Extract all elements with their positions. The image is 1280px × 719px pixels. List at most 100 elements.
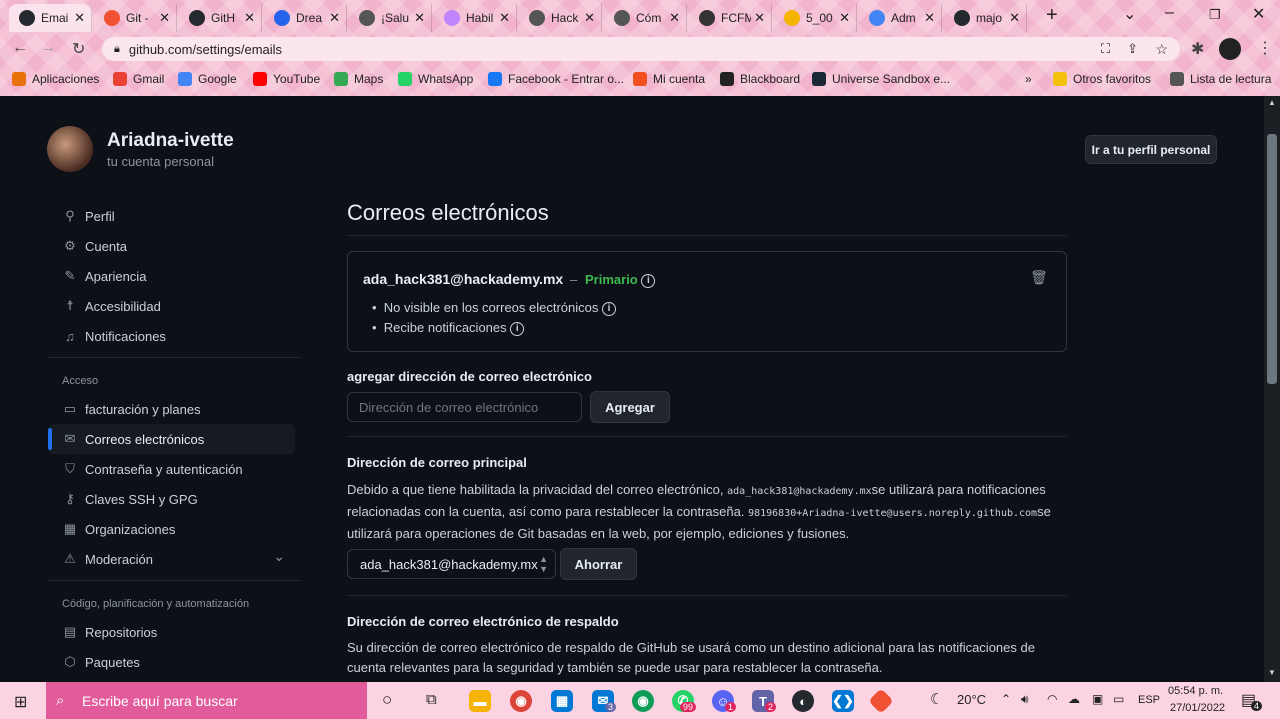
profile-avatar[interactable] [1219, 38, 1241, 60]
sidebar-item-gear[interactable]: ⚙ Cuenta [48, 231, 295, 261]
save-button[interactable]: Ahorrar [560, 548, 637, 580]
chrome-icon[interactable]: ◉ [510, 690, 532, 712]
scroll-down-icon[interactable]: ▼ [1268, 668, 1276, 677]
address-bar[interactable]: 🔒︎ github.com/settings/emails ⛶ ⇪ ☆ [102, 37, 1180, 61]
bookmark-1[interactable]: Gmail [113, 66, 164, 92]
tray-chevron-icon[interactable]: ⌃ [1001, 692, 1011, 706]
bookmark-8[interactable]: Blackboard [720, 66, 800, 92]
onedrive-icon[interactable]: ☁ [1068, 692, 1080, 706]
sidebar-item-report[interactable]: ⚠ Moderación ⌄ [48, 544, 295, 574]
tab-7[interactable]: Cóm ✕ [604, 4, 687, 32]
sidebar-item-repo[interactable]: ▤ Repositorios [48, 617, 295, 647]
sidebar-item-package[interactable]: ⬡ Paquetes [48, 647, 295, 677]
info-icon[interactable]: i [510, 321, 525, 336]
trash-icon[interactable]: 🗑︎ [1030, 269, 1048, 286]
tab-2[interactable]: GitH ✕ [179, 4, 262, 32]
bookmark-10[interactable]: Otros favoritos [1053, 66, 1151, 92]
go-to-profile-button[interactable]: Ir a tu perfil personal [1085, 135, 1217, 164]
bookmark-6[interactable]: Facebook - Entrar o... [488, 66, 624, 92]
sidebar-item-credit-card[interactable]: ▭ facturación y planes [48, 394, 295, 424]
close-icon[interactable]: ✕ [584, 10, 595, 26]
tab-3[interactable]: Drea ✕ [264, 4, 347, 32]
battery-icon[interactable]: ▭ [1113, 692, 1124, 706]
close-icon[interactable]: ✕ [1009, 10, 1020, 26]
bookmark-3[interactable]: YouTube [253, 66, 320, 92]
close-window-button[interactable]: ✕ [1252, 4, 1265, 24]
language-indicator[interactable]: ESP [1138, 694, 1160, 706]
store-icon[interactable]: ▦ [551, 690, 573, 712]
sidebar-item-mail[interactable]: ✉ Correos electrónicos [48, 424, 295, 454]
forward-button[interactable]: → [40, 39, 56, 57]
sidebar-item-key[interactable]: ⚷ Claves SSH y GPG [48, 484, 295, 514]
scrollbar-thumb[interactable] [1267, 134, 1277, 384]
email-input[interactable]: Dirección de correo electrónico [347, 392, 582, 422]
close-icon[interactable]: ✕ [924, 10, 935, 26]
username[interactable]: Ariadna-ivette [107, 130, 234, 152]
volume-icon[interactable]: 🔊︎ [1021, 692, 1029, 707]
chrome-profile-icon[interactable]: ◉ [632, 690, 654, 712]
info-icon[interactable]: i [641, 273, 656, 288]
git-icon[interactable] [868, 688, 894, 714]
tab-1[interactable]: Git - ✕ [94, 4, 177, 32]
tab-10[interactable]: Adm ✕ [859, 4, 942, 32]
bookmark-2[interactable]: Google [178, 66, 237, 92]
extensions-icon[interactable]: ✱ [1191, 39, 1204, 59]
bookmark-4[interactable]: Maps [334, 66, 383, 92]
taskbar-search[interactable]: ⌕ Escribe aquí para buscar [46, 682, 367, 719]
close-icon[interactable]: ✕ [329, 10, 340, 26]
primary-email-select[interactable]: ada_hack381@hackademy.mx ▲ ▼ [347, 549, 556, 579]
scroll-up-icon[interactable]: ▲ [1268, 98, 1276, 107]
file-explorer-icon[interactable]: ▬ [469, 690, 491, 712]
tab-0[interactable]: Emai ✕ [9, 4, 92, 32]
scrollbar[interactable]: ▲ ▼ [1264, 96, 1280, 682]
close-icon[interactable]: ✕ [669, 10, 680, 26]
minimize-button[interactable]: – [1165, 4, 1174, 22]
tab-5[interactable]: Habil ✕ [434, 4, 517, 32]
back-button[interactable]: ← [12, 39, 28, 57]
bookmark-11[interactable]: Lista de lectura [1170, 66, 1271, 92]
close-icon[interactable]: ✕ [839, 10, 850, 26]
share-icon[interactable]: ⇪ [1127, 41, 1138, 57]
tab-6[interactable]: Hack ✕ [519, 4, 602, 32]
add-email-button[interactable]: Agregar [590, 391, 670, 423]
close-icon[interactable]: ✕ [244, 10, 255, 26]
github-desktop-icon[interactable]: ◐ [792, 690, 814, 712]
reload-button[interactable]: ↻ [72, 39, 85, 59]
bookmark-0[interactable]: Aplicaciones [12, 66, 99, 92]
wifi-icon[interactable]: ◠ [1047, 692, 1057, 706]
new-tab-button[interactable]: + [1046, 4, 1058, 27]
bookmarks-overflow-icon[interactable]: » [1025, 66, 1032, 92]
chevron-down-icon[interactable]: ⌄ [273, 548, 285, 565]
avatar[interactable] [47, 126, 93, 172]
sidebar-item-shield[interactable]: ⛉ Contraseña y autenticación [48, 454, 295, 484]
tab-8[interactable]: FCFM ✕ [689, 4, 772, 32]
meet-icon[interactable]: ▣ [1092, 692, 1103, 706]
close-icon[interactable]: ✕ [499, 10, 510, 26]
weather-temp[interactable]: 20°C [957, 692, 986, 707]
bookmark-9[interactable]: Universe Sandbox e... [812, 66, 950, 92]
sidebar-item-organization[interactable]: ▦ Organizaciones [48, 514, 295, 544]
close-icon[interactable]: ✕ [74, 10, 85, 26]
clock-time[interactable]: 05:54 p. m. [1168, 685, 1223, 697]
clock-date[interactable]: 27/01/2022 [1170, 702, 1225, 714]
vscode-icon[interactable]: ❮❯ [832, 690, 854, 712]
close-icon[interactable]: ✕ [159, 10, 170, 26]
sidebar-item-paintbrush[interactable]: ✎ Apariencia [48, 261, 295, 291]
bookmark-star-icon[interactable]: ☆ [1155, 41, 1168, 58]
sidebar-item-bell[interactable]: ♫ Notificaciones [48, 321, 295, 351]
bookmark-5[interactable]: WhatsApp [398, 66, 473, 92]
tab-4[interactable]: ¡Salu ✕ [349, 4, 432, 32]
info-icon[interactable]: i [602, 301, 617, 316]
sidebar-item-accessibility[interactable]: ☨ Accesibilidad [48, 291, 295, 321]
maximize-button[interactable]: ❐ [1209, 7, 1221, 23]
sidebar-item-person[interactable]: ⚲ Perfil [48, 201, 295, 231]
bookmark-7[interactable]: Mi cuenta [633, 66, 705, 92]
translate-icon[interactable]: ⛶ [1101, 41, 1110, 57]
close-icon[interactable]: ✕ [754, 10, 765, 26]
tab-11[interactable]: majo ✕ [944, 4, 1027, 32]
cortana-icon[interactable]: ○ [382, 690, 392, 710]
windows-start-icon[interactable]: ⊞ [14, 692, 27, 712]
task-view-icon[interactable]: ⧉ [426, 691, 437, 708]
tab-search-chevron-icon[interactable]: ⌄ [1123, 4, 1136, 24]
tab-9[interactable]: 5_00 ✕ [774, 4, 857, 32]
